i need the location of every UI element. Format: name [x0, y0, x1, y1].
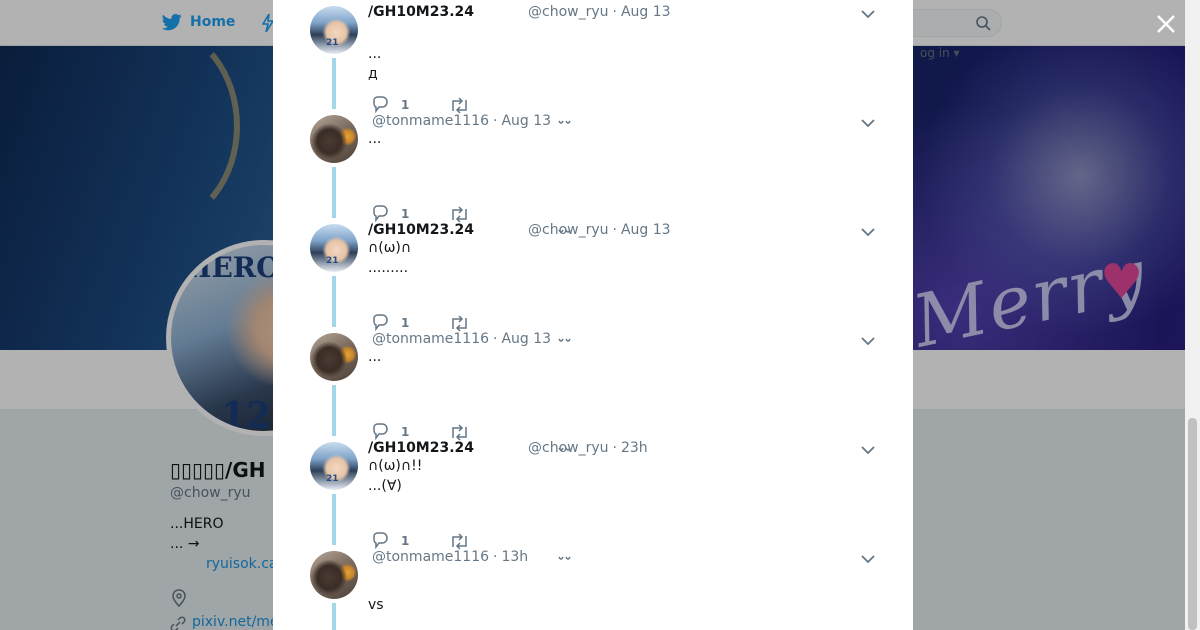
chevron-down-icon[interactable]: [860, 333, 876, 349]
thread-connector-line: [332, 603, 336, 630]
tweet[interactable]: 21/GH10M23.24 @chow_ryu · Aug 13 ∩(ω)∩......…: [273, 218, 913, 342]
chevron-down-icon[interactable]: [860, 115, 876, 131]
tweet-timestamp[interactable]: Aug 13: [621, 222, 671, 238]
chevron-down-icon[interactable]: [860, 224, 876, 240]
close-icon[interactable]: [1156, 14, 1176, 34]
thread-connector-line: [332, 385, 336, 436]
tweet-text: д: [368, 66, 378, 82]
avatar-text: 21: [326, 474, 339, 484]
tweet-author-name[interactable]: /GH10M23.24: [368, 4, 474, 20]
tweet-author-name[interactable]: /GH10M23.24: [368, 222, 474, 238]
tweet-meta: @chow_ryu · Aug 13: [528, 222, 671, 238]
tweet-handle[interactable]: @chow_ryu: [528, 222, 609, 238]
chevron-down-icon[interactable]: [860, 442, 876, 458]
tweet-handle[interactable]: @chow_ryu: [528, 4, 609, 20]
tweet-meta: @tonmame1116 · Aug 13: [372, 331, 551, 347]
tweet-text: .........: [368, 260, 409, 276]
meta-separator: ·: [612, 222, 617, 238]
tweet[interactable]: @tonmame1116 · Aug 13... 1: [273, 109, 913, 233]
meta-separator: ·: [493, 113, 498, 129]
conversation-modal: 21/GH10M23.24 @chow_ryu · Aug 13... д 1 @tonma…: [273, 0, 913, 630]
tweet-handle[interactable]: @tonmame1116: [372, 113, 489, 129]
thread-connector-line: [332, 58, 336, 109]
thread-connector-line: [332, 494, 336, 545]
meta-separator: ·: [612, 4, 617, 20]
tweet[interactable]: 21/GH10M23.24 @chow_ryu · Aug 13... д 1: [273, 0, 913, 124]
tweet-handle[interactable]: @chow_ryu: [528, 440, 609, 456]
tweet-text: vs: [368, 597, 384, 613]
thread-connector-line: [332, 167, 336, 218]
user-avatar[interactable]: [310, 115, 358, 163]
tweet-text: ...(∀): [368, 478, 402, 494]
user-avatar[interactable]: 21: [310, 442, 358, 490]
avatar-text: 21: [326, 256, 339, 266]
user-avatar[interactable]: 21: [310, 224, 358, 272]
tweet-text: ∩(ω)∩: [368, 240, 412, 256]
chevron-down-icon[interactable]: [860, 551, 876, 567]
scrollbar[interactable]: [1185, 0, 1200, 630]
meta-separator: ·: [612, 440, 617, 456]
tweet-text: ...: [368, 46, 382, 62]
tweet-timestamp[interactable]: 13h: [501, 549, 528, 565]
tweet-timestamp[interactable]: Aug 13: [621, 4, 671, 20]
tweet-timestamp[interactable]: Aug 13: [501, 331, 551, 347]
tweet-handle[interactable]: @tonmame1116: [372, 549, 489, 565]
scrollbar-thumb[interactable]: [1188, 418, 1197, 630]
tweet-handle[interactable]: @tonmame1116: [372, 331, 489, 347]
tweet-meta: @tonmame1116 · Aug 13: [372, 113, 551, 129]
tweet-timestamp[interactable]: Aug 13: [501, 113, 551, 129]
chevron-down-icon[interactable]: [860, 6, 876, 22]
avatar-text: 21: [326, 38, 339, 48]
tweet-text: ...: [368, 131, 382, 147]
tweet-author-name[interactable]: /GH10M23.24: [368, 440, 474, 456]
meta-separator: ·: [493, 549, 498, 565]
tweet-meta: @chow_ryu · 23h: [528, 440, 648, 456]
tweet-meta: @tonmame1116 · 13h: [372, 549, 528, 565]
user-avatar[interactable]: [310, 333, 358, 381]
tweet-timestamp[interactable]: 23h: [621, 440, 648, 456]
tweet-text: ...: [368, 349, 382, 365]
tweet-meta: @chow_ryu · Aug 13: [528, 4, 671, 20]
tweet[interactable]: @tonmame1116 · 13h vs: [273, 545, 913, 630]
thread-connector-line: [332, 276, 336, 327]
user-avatar[interactable]: 21: [310, 6, 358, 54]
tweet[interactable]: 21/GH10M23.24 @chow_ryu · 23h ∩(ω)∩!! ...(∀) 1: [273, 436, 913, 560]
user-avatar[interactable]: [310, 551, 358, 599]
tweet[interactable]: @tonmame1116 · Aug 13... 1: [273, 327, 913, 451]
meta-separator: ·: [493, 331, 498, 347]
tweet-text: ∩(ω)∩!!: [368, 458, 423, 474]
